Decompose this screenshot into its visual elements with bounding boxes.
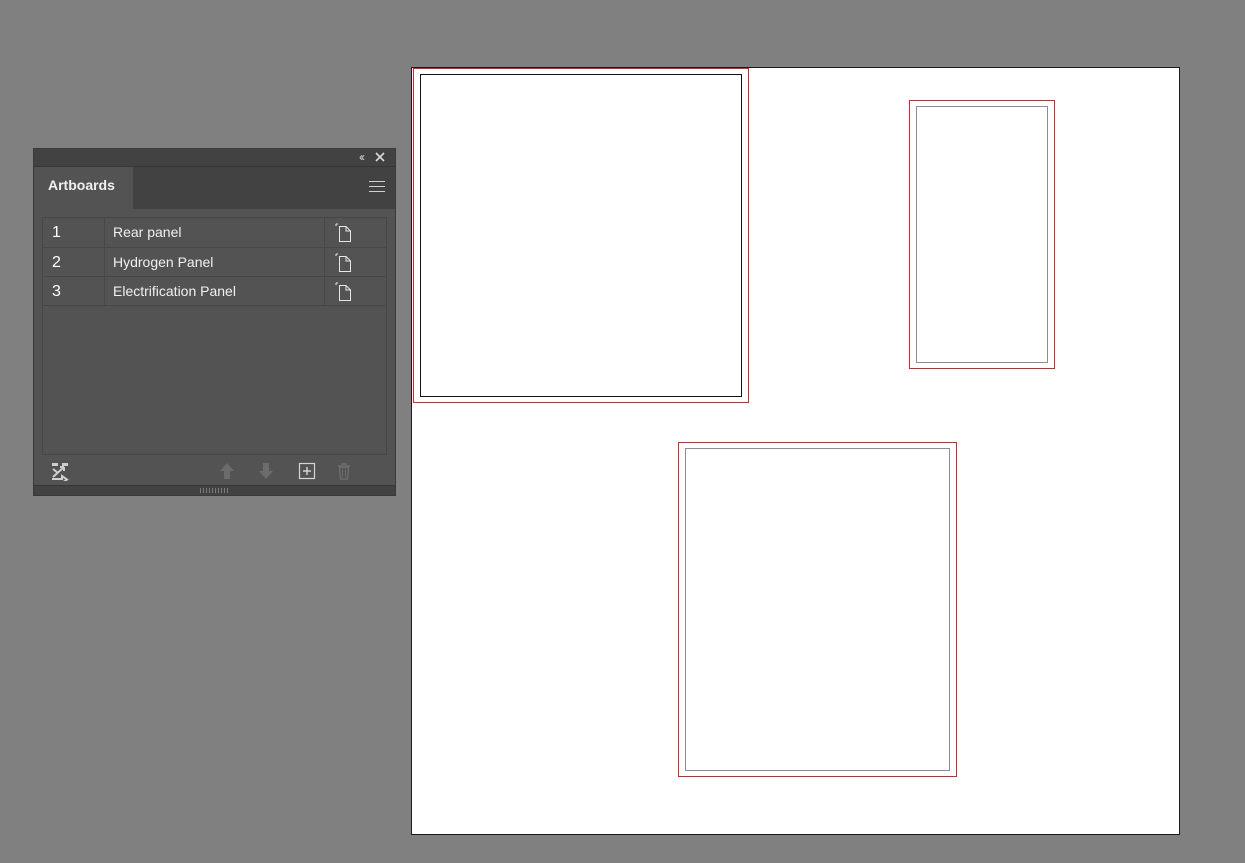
artboard-rear-panel[interactable] bbox=[413, 68, 749, 403]
artboard-number: 2 bbox=[52, 254, 61, 271]
document-canvas[interactable] bbox=[411, 67, 1180, 835]
artboard-row[interactable]: 1 Rear panel bbox=[43, 218, 386, 248]
artboard-bounds bbox=[685, 448, 950, 771]
move-down-icon[interactable] bbox=[256, 461, 276, 481]
close-icon[interactable] bbox=[373, 150, 387, 164]
new-artboard-icon[interactable] bbox=[297, 461, 317, 481]
panel-resize-handle[interactable] bbox=[34, 485, 395, 495]
artboard-row[interactable]: 2 Hydrogen Panel bbox=[43, 248, 386, 277]
artboard-options-icon[interactable] bbox=[335, 253, 353, 273]
artboard-number: 3 bbox=[52, 283, 61, 300]
artboard-bounds bbox=[916, 106, 1048, 363]
rearrange-icon[interactable] bbox=[50, 461, 70, 481]
delete-icon[interactable] bbox=[334, 461, 354, 481]
artboard-list: 1 Rear panel 2 Hydrogen Panel 3 Electrif… bbox=[42, 217, 387, 455]
artboard-name[interactable]: Hydrogen Panel bbox=[104, 248, 325, 276]
artboard-number: 1 bbox=[52, 224, 61, 241]
panel-title-bar[interactable]: ‹‹ bbox=[34, 149, 395, 167]
artboard-name[interactable]: Rear panel bbox=[104, 218, 325, 247]
artboard-hydrogen-panel[interactable] bbox=[909, 100, 1055, 369]
panel-footer bbox=[34, 459, 395, 485]
artboard-options-icon[interactable] bbox=[335, 282, 353, 302]
artboard-electrification-panel[interactable] bbox=[678, 442, 957, 777]
tab-strip: Artboards bbox=[34, 167, 395, 209]
panel-menu-icon[interactable] bbox=[369, 181, 385, 193]
artboards-panel: ‹‹ Artboards 1 Rear panel 2 Hydrogen Pan… bbox=[33, 148, 396, 496]
grip-icon bbox=[200, 488, 230, 493]
artboard-bounds bbox=[420, 74, 742, 397]
artboard-name[interactable]: Electrification Panel bbox=[104, 277, 325, 305]
artboard-options-icon[interactable] bbox=[335, 223, 353, 243]
collapse-icon[interactable]: ‹‹ bbox=[359, 150, 365, 164]
tab-artboards[interactable]: Artboards bbox=[34, 167, 133, 209]
move-up-icon[interactable] bbox=[217, 461, 237, 481]
artboard-row[interactable]: 3 Electrification Panel bbox=[43, 277, 386, 306]
